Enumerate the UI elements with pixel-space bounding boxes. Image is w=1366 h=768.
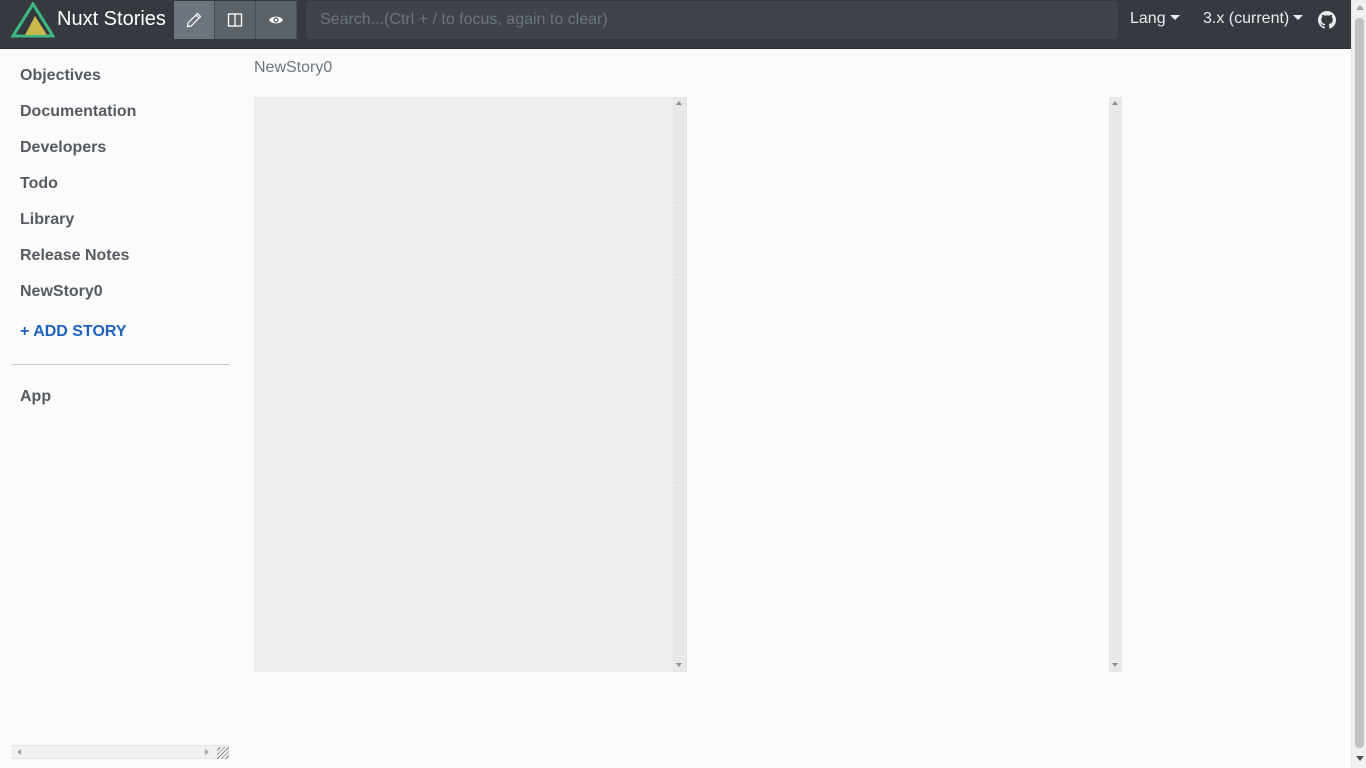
- scrollbar-thumb[interactable]: [1355, 18, 1364, 748]
- resize-grip-icon[interactable]: [217, 747, 229, 759]
- sidebar-item-todo[interactable]: Todo: [20, 175, 58, 193]
- viewer-scrollbar[interactable]: [1109, 97, 1122, 672]
- sidebar-item-app[interactable]: App: [20, 388, 51, 406]
- nuxt-logo-icon: [11, 2, 55, 38]
- caret-down-icon: [1169, 14, 1180, 20]
- scroll-right-icon[interactable]: [205, 749, 209, 755]
- sidebar-item-library[interactable]: Library: [20, 211, 74, 229]
- scroll-down-icon[interactable]: [1112, 663, 1118, 667]
- view-mode-toggle: [174, 1, 297, 39]
- story-viewer: [687, 97, 1122, 672]
- scroll-left-icon[interactable]: [17, 749, 21, 755]
- sidebar: Objectives Documentation Developers Todo…: [0, 50, 240, 768]
- edit-mode-button[interactable]: [174, 1, 215, 39]
- split-view-button[interactable]: [215, 1, 256, 39]
- scroll-up-icon[interactable]: [1356, 5, 1364, 10]
- sidebar-item-newstory0[interactable]: NewStory0: [20, 283, 103, 301]
- sidebar-item-developers[interactable]: Developers: [20, 139, 106, 157]
- sidebar-item-release-notes[interactable]: Release Notes: [20, 247, 129, 265]
- caret-down-icon: [1293, 14, 1304, 20]
- editor-scrollbar[interactable]: [673, 97, 686, 672]
- search-input[interactable]: Search...(Ctrl + / to focus, again to cl…: [306, 1, 1118, 39]
- app-title[interactable]: Nuxt Stories: [57, 8, 166, 31]
- sidebar-divider: [12, 364, 229, 365]
- version-dropdown[interactable]: 3.x (current): [1203, 10, 1304, 28]
- sidebar-item-documentation[interactable]: Documentation: [20, 103, 136, 121]
- version-label: 3.x (current): [1203, 10, 1290, 27]
- story-title: NewStory0: [254, 59, 333, 76]
- brand[interactable]: [11, 2, 55, 38]
- sidebar-horizontal-scrollbar[interactable]: [12, 745, 229, 759]
- scroll-up-icon[interactable]: [1112, 101, 1118, 105]
- lang-dropdown[interactable]: Lang: [1130, 10, 1180, 28]
- scroll-down-icon[interactable]: [1356, 756, 1364, 761]
- eye-icon: [269, 16, 283, 24]
- lang-label: Lang: [1130, 10, 1166, 27]
- page-scrollbar[interactable]: [1351, 0, 1366, 768]
- sidebar-item-objectives[interactable]: Objectives: [20, 67, 101, 85]
- add-story-button[interactable]: + ADD STORY: [20, 323, 127, 341]
- github-icon[interactable]: [1318, 11, 1336, 29]
- view-mode-button[interactable]: [256, 1, 297, 39]
- markdown-editor[interactable]: [254, 97, 687, 672]
- top-navbar: Nuxt Stories Search...(Ctrl + / to focus…: [0, 0, 1351, 49]
- scroll-up-icon[interactable]: [676, 101, 682, 105]
- pencil-icon: [186, 12, 202, 28]
- scroll-down-icon[interactable]: [676, 663, 682, 667]
- split-view-icon: [227, 13, 243, 27]
